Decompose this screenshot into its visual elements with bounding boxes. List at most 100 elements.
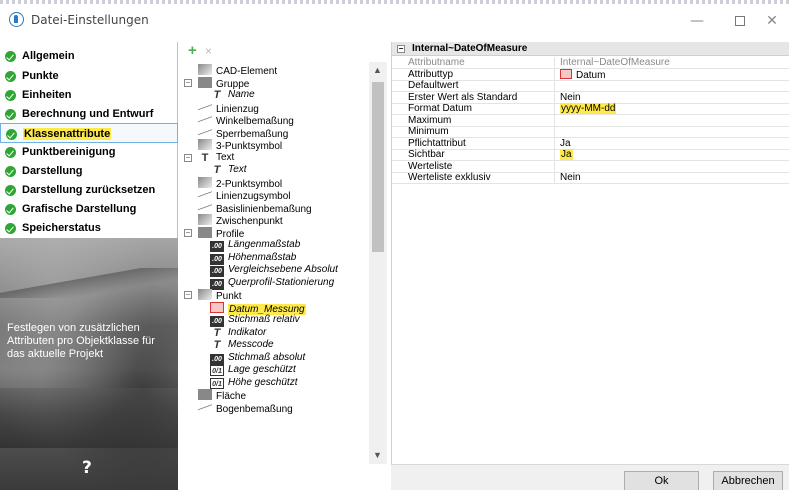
tree-node[interactable]: Winkelbemaßung bbox=[198, 114, 294, 127]
tree-node[interactable]: 0/1 Lage geschützt bbox=[210, 364, 296, 376]
tree-scrollbar[interactable]: ▲ ▼ bbox=[369, 62, 387, 464]
property-row[interactable]: Attributname Internal~DateOfMeasure bbox=[392, 57, 789, 69]
tree-node[interactable]: Basislinienbemaßung bbox=[198, 201, 312, 215]
nav-item-label: Darstellung bbox=[22, 165, 83, 177]
area-icon bbox=[198, 389, 212, 400]
property-row[interactable]: Format Datum yyyy-MM-dd bbox=[392, 103, 789, 115]
nav-item-label: Punkte bbox=[22, 70, 59, 82]
close-button[interactable]: ✕ bbox=[752, 8, 789, 34]
section-description: Festlegen von zusätzlichen Attributen pr… bbox=[7, 322, 155, 360]
property-value[interactable]: Datum bbox=[556, 68, 789, 81]
tree-node[interactable]: Sperrbemaßung bbox=[198, 126, 288, 140]
tree-node[interactable]: Bogenbemaßung bbox=[198, 401, 293, 415]
property-value-text: Datum bbox=[576, 69, 606, 81]
tree-node[interactable]: 2-Punktsymbol bbox=[198, 176, 283, 190]
minimize-button[interactable]: — bbox=[677, 8, 717, 34]
property-row[interactable]: Pflichtattribut Ja bbox=[392, 137, 789, 150]
delete-attribute-button[interactable]: × bbox=[205, 43, 212, 59]
landscape-image: Festlegen von zusätzlichen Attributen pr… bbox=[0, 238, 178, 490]
tree-node-label: Indikator bbox=[228, 326, 267, 338]
property-row[interactable]: Werteliste bbox=[392, 160, 789, 173]
nav-item[interactable]: Speicherstatus bbox=[0, 218, 178, 238]
collapse-icon[interactable]: − bbox=[397, 45, 405, 53]
tree-node[interactable]: Zwischenpunkt bbox=[198, 214, 283, 227]
tree-node[interactable]: Fläche bbox=[198, 389, 246, 402]
tree-node[interactable]: 3-Punktsymbol bbox=[198, 139, 282, 152]
property-row[interactable]: Minimum bbox=[392, 126, 789, 138]
scroll-down-icon[interactable]: ▼ bbox=[373, 450, 382, 460]
tree-node[interactable]: .00 Vergleichsebene Absolut bbox=[210, 264, 338, 277]
text-icon: T bbox=[213, 339, 221, 351]
property-value[interactable]: yyyy-MM-dd bbox=[556, 103, 789, 115]
property-value[interactable]: Ja bbox=[556, 138, 789, 150]
add-attribute-button[interactable]: + bbox=[188, 43, 197, 59]
property-row[interactable]: Werteliste exklusiv Nein bbox=[392, 172, 789, 184]
property-row[interactable]: Defaultwert bbox=[392, 80, 789, 92]
tree-node[interactable]: .00 Längenmaßstab bbox=[210, 239, 300, 252]
property-value[interactable]: Internal~DateOfMeasure bbox=[556, 57, 789, 69]
property-value[interactable] bbox=[556, 161, 789, 173]
point-icon bbox=[198, 289, 212, 300]
nav-item[interactable]: Darstellung zurücksetzen bbox=[0, 180, 178, 200]
number-icon: .00 bbox=[210, 316, 224, 327]
tree-expander-icon[interactable]: − bbox=[184, 153, 192, 162]
tree-node[interactable]: Linienzugsymbol bbox=[198, 189, 291, 202]
property-value-text: Nein bbox=[560, 172, 581, 183]
check-icon bbox=[5, 166, 16, 177]
tree-node[interactable]: Datum_Messung bbox=[210, 301, 306, 315]
nav-item[interactable]: Berechnung und Entwurf bbox=[0, 104, 178, 124]
property-row[interactable]: Erster Wert als Standard Nein bbox=[392, 91, 789, 104]
nav-item[interactable]: Einheiten bbox=[0, 85, 178, 105]
property-row[interactable]: Sichtbar Ja bbox=[392, 149, 789, 161]
tree-node[interactable]: .00 Querprofil-Stationierung bbox=[210, 276, 335, 290]
class-tree-panel: + × CAD-Element − Gruppe T Name Linienzug Wink… bbox=[180, 42, 387, 464]
tree-node-label: Höhe geschützt bbox=[228, 376, 298, 388]
property-group-header[interactable]: − Internal~DateOfMeasure bbox=[392, 42, 789, 56]
nav-item[interactable]: Punkte bbox=[0, 66, 178, 86]
tree-node[interactable]: T Text bbox=[198, 152, 235, 164]
nav-item[interactable]: Punktbereinigung bbox=[0, 142, 178, 162]
tree-node[interactable]: Punkt bbox=[198, 289, 242, 302]
intermediate-point-icon bbox=[198, 214, 212, 225]
tree-node[interactable]: Gruppe bbox=[198, 76, 249, 90]
property-value[interactable] bbox=[556, 80, 789, 92]
tree-node[interactable]: CAD-Element bbox=[198, 64, 277, 77]
nav-item[interactable]: Allgemein bbox=[0, 46, 178, 66]
property-value[interactable] bbox=[556, 115, 789, 127]
tree-node[interactable]: .00 Höhenmaßstab bbox=[210, 252, 296, 265]
check-icon bbox=[5, 109, 16, 120]
tree-node[interactable]: .00 Stichmaß relativ bbox=[210, 314, 300, 327]
tree-expander-icon[interactable]: − bbox=[184, 228, 192, 237]
property-row[interactable]: Maximum bbox=[392, 114, 789, 127]
tree-node[interactable]: Linienzug bbox=[198, 101, 259, 115]
tree-node[interactable]: .00 Stichmaß absolut bbox=[210, 352, 305, 365]
property-name: Format Datum bbox=[404, 103, 555, 115]
tree-node[interactable]: 0/1 Höhe geschützt bbox=[210, 377, 298, 389]
property-name: Pflichtattribut bbox=[404, 137, 555, 150]
nav-item[interactable]: Darstellung bbox=[0, 161, 178, 181]
scroll-up-icon[interactable]: ▲ bbox=[373, 65, 382, 75]
tree-node[interactable]: T Messcode bbox=[210, 339, 274, 351]
property-row[interactable]: Attributtyp Datum bbox=[392, 68, 789, 81]
tree-expander-icon[interactable]: − bbox=[184, 78, 192, 87]
property-value[interactable]: Nein bbox=[556, 92, 789, 104]
cancel-button[interactable]: Abbrechen bbox=[713, 471, 783, 490]
tree-expander-icon[interactable]: − bbox=[184, 291, 192, 299]
nav-item-label: Einheiten bbox=[22, 89, 72, 101]
property-value[interactable]: Nein bbox=[556, 172, 789, 184]
property-name: Defaultwert bbox=[404, 80, 555, 92]
tree-node[interactable]: Profile bbox=[198, 226, 244, 240]
help-icon[interactable]: ? bbox=[82, 458, 92, 478]
scroll-thumb[interactable] bbox=[372, 82, 384, 252]
property-value[interactable] bbox=[556, 126, 789, 138]
tree-node-label: Querprofil-Stationierung bbox=[228, 276, 335, 288]
tree-node-label: Datum_Messung bbox=[228, 303, 306, 315]
property-value[interactable]: Ja bbox=[556, 149, 789, 161]
tree-node[interactable]: T Name bbox=[210, 89, 255, 101]
nav-item[interactable]: Klassenattribute bbox=[0, 123, 178, 143]
ok-button[interactable]: Ok bbox=[624, 471, 699, 490]
nav-item[interactable]: Grafische Darstellung bbox=[0, 199, 178, 219]
tree-node-label: 2-Punktsymbol bbox=[216, 178, 283, 190]
tree-node[interactable]: T Text bbox=[210, 164, 247, 176]
tree-node[interactable]: T Indikator bbox=[210, 326, 267, 339]
